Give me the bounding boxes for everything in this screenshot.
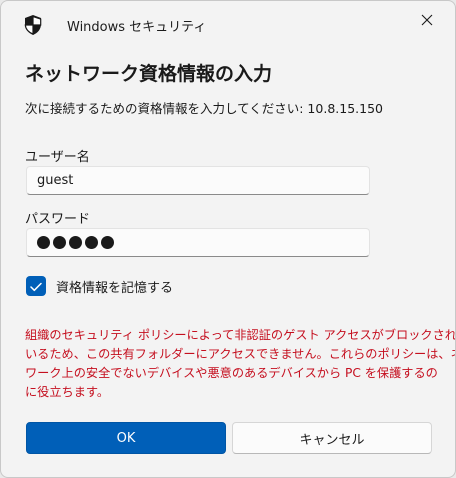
password-field[interactable]: [26, 228, 370, 257]
username-field[interactable]: guest: [26, 166, 370, 195]
policy-warning-message: 組織のセキュリティ ポリシーによって非認証のゲスト アクセスがブロックされて い…: [25, 326, 456, 402]
close-icon: [421, 11, 433, 30]
warning-line: に役立ちます。: [25, 385, 110, 399]
username-value: guest: [37, 173, 74, 188]
credentials-dialog: Windows セキュリティ ネットワーク資格情報の入力 次に接続するための資格…: [0, 0, 456, 478]
password-dot: [69, 236, 82, 249]
shield-icon: [23, 14, 43, 36]
remember-credentials-label: 資格情報を記憶する: [56, 280, 174, 296]
password-dot: [101, 236, 114, 249]
password-label: パスワード: [25, 212, 91, 227]
warning-line: ワーク上の安全でないデバイスや悪意のあるデバイスから PC を保護するの: [25, 366, 438, 380]
checkmark-icon: [30, 277, 42, 296]
username-label: ユーザー名: [25, 150, 90, 165]
dialog-heading: ネットワーク資格情報の入力: [25, 63, 273, 85]
password-mask: [37, 236, 114, 249]
password-dot: [37, 236, 50, 249]
password-dot: [53, 236, 66, 249]
remember-credentials-checkbox[interactable]: 資格情報を記憶する: [26, 276, 173, 296]
instruction-text: 次に接続するための資格情報を入力してください: 10.8.15.150: [25, 101, 383, 116]
title-bar: Windows セキュリティ: [1, 1, 455, 45]
close-button[interactable]: [407, 5, 447, 35]
password-dot: [85, 236, 98, 249]
warning-line: いるため、この共有フォルダーにアクセスできません。これらのポリシーは、ネット: [25, 347, 456, 361]
warning-line: 組織のセキュリティ ポリシーによって非認証のゲスト アクセスがブロックされて: [25, 328, 456, 342]
app-title: Windows セキュリティ: [67, 20, 207, 35]
ok-button[interactable]: OK: [26, 422, 226, 454]
checkbox-checked[interactable]: [26, 276, 46, 296]
cancel-button[interactable]: キャンセル: [232, 422, 432, 454]
